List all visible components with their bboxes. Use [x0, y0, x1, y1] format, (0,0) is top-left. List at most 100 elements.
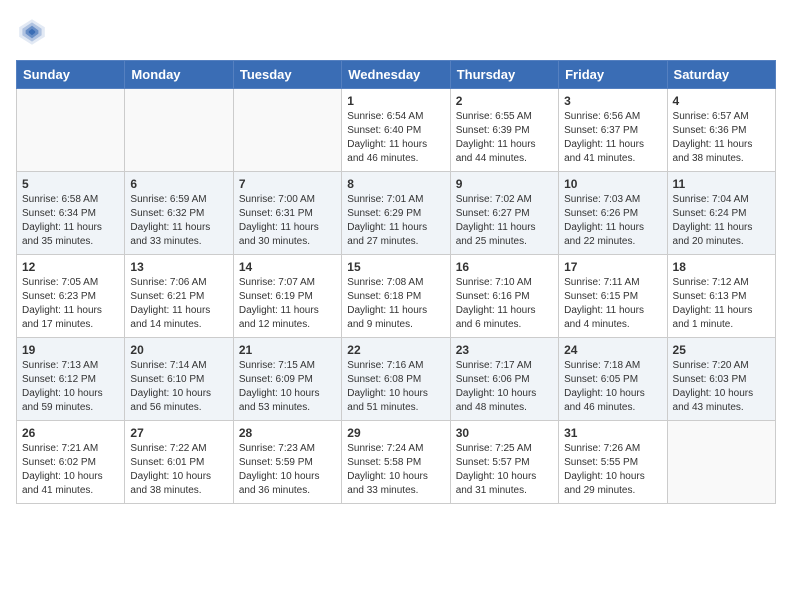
day-number: 22 — [347, 343, 444, 357]
column-header-wednesday: Wednesday — [342, 61, 450, 89]
day-number: 15 — [347, 260, 444, 274]
day-number: 27 — [130, 426, 227, 440]
calendar-cell: 17 Sunrise: 7:11 AMSunset: 6:15 PMDayligh… — [559, 255, 667, 338]
calendar-table: SundayMondayTuesdayWednesdayThursdayFrid… — [16, 60, 776, 504]
day-info: Sunrise: 7:25 AMSunset: 5:57 PMDaylight:… — [456, 442, 553, 498]
calendar-cell: 9 Sunrise: 7:02 AMSunset: 6:27 PMDaylight… — [450, 172, 558, 255]
calendar-cell: 5 Sunrise: 6:58 AMSunset: 6:34 PMDaylight… — [17, 172, 125, 255]
day-number: 7 — [239, 177, 336, 191]
calendar-cell: 26 Sunrise: 7:21 AMSunset: 6:02 PMDayligh… — [17, 421, 125, 504]
day-info: Sunrise: 6:58 AMSunset: 6:34 PMDaylight:… — [22, 193, 119, 249]
day-number: 25 — [673, 343, 770, 357]
column-header-monday: Monday — [125, 61, 233, 89]
calendar-cell: 22 Sunrise: 7:16 AMSunset: 6:08 PMDayligh… — [342, 338, 450, 421]
day-info: Sunrise: 7:22 AMSunset: 6:01 PMDaylight:… — [130, 442, 227, 498]
calendar-cell: 10 Sunrise: 7:03 AMSunset: 6:26 PMDayligh… — [559, 172, 667, 255]
day-info: Sunrise: 7:24 AMSunset: 5:58 PMDaylight:… — [347, 442, 444, 498]
day-number: 11 — [673, 177, 770, 191]
day-number: 3 — [564, 94, 661, 108]
calendar-cell: 4 Sunrise: 6:57 AMSunset: 6:36 PMDaylight… — [667, 89, 775, 172]
day-info: Sunrise: 7:00 AMSunset: 6:31 PMDaylight:… — [239, 193, 336, 249]
day-info: Sunrise: 7:16 AMSunset: 6:08 PMDaylight:… — [347, 359, 444, 415]
calendar-cell: 1Sunrise: 6:54 AMSunset: 6:40 PMDaylight… — [342, 89, 450, 172]
day-number: 26 — [22, 426, 119, 440]
logo-icon — [16, 16, 48, 48]
day-info: Sunrise: 6:57 AMSunset: 6:36 PMDaylight:… — [673, 110, 770, 166]
calendar-cell — [17, 89, 125, 172]
calendar-cell: 7 Sunrise: 7:00 AMSunset: 6:31 PMDaylight… — [233, 172, 341, 255]
calendar-cell: 29Sunrise: 7:24 AMSunset: 5:58 PMDayligh… — [342, 421, 450, 504]
calendar-week-row: 5 Sunrise: 6:58 AMSunset: 6:34 PMDaylight… — [17, 172, 776, 255]
calendar-cell: 15Sunrise: 7:08 AMSunset: 6:18 PMDayligh… — [342, 255, 450, 338]
page-header — [16, 16, 776, 48]
day-info: Sunrise: 6:56 AMSunset: 6:37 PMDaylight:… — [564, 110, 661, 166]
day-number: 14 — [239, 260, 336, 274]
day-info: Sunrise: 7:26 AMSunset: 5:55 PMDaylight:… — [564, 442, 661, 498]
day-info: Sunrise: 7:15 AMSunset: 6:09 PMDaylight:… — [239, 359, 336, 415]
day-number: 13 — [130, 260, 227, 274]
day-info: Sunrise: 7:11 AMSunset: 6:15 PMDaylight:… — [564, 276, 661, 332]
calendar-cell: 19Sunrise: 7:13 AMSunset: 6:12 PMDayligh… — [17, 338, 125, 421]
calendar-cell: 8 Sunrise: 7:01 AMSunset: 6:29 PMDaylight… — [342, 172, 450, 255]
day-number: 21 — [239, 343, 336, 357]
calendar-cell: 21 Sunrise: 7:15 AMSunset: 6:09 PMDayligh… — [233, 338, 341, 421]
calendar-cell — [667, 421, 775, 504]
calendar-cell: 23 Sunrise: 7:17 AMSunset: 6:06 PMDayligh… — [450, 338, 558, 421]
calendar-cell: 18Sunrise: 7:12 AMSunset: 6:13 PMDayligh… — [667, 255, 775, 338]
calendar-cell: 2 Sunrise: 6:55 AMSunset: 6:39 PMDaylight… — [450, 89, 558, 172]
day-info: Sunrise: 7:21 AMSunset: 6:02 PMDaylight:… — [22, 442, 119, 498]
day-number: 6 — [130, 177, 227, 191]
calendar-cell: 20Sunrise: 7:14 AMSunset: 6:10 PMDayligh… — [125, 338, 233, 421]
day-number: 30 — [456, 426, 553, 440]
column-header-saturday: Saturday — [667, 61, 775, 89]
day-number: 24 — [564, 343, 661, 357]
day-info: Sunrise: 7:06 AMSunset: 6:21 PMDaylight:… — [130, 276, 227, 332]
day-number: 20 — [130, 343, 227, 357]
day-number: 23 — [456, 343, 553, 357]
day-info: Sunrise: 7:20 AMSunset: 6:03 PMDaylight:… — [673, 359, 770, 415]
day-number: 17 — [564, 260, 661, 274]
day-number: 5 — [22, 177, 119, 191]
day-number: 28 — [239, 426, 336, 440]
day-number: 2 — [456, 94, 553, 108]
day-info: Sunrise: 7:05 AMSunset: 6:23 PMDaylight:… — [22, 276, 119, 332]
day-number: 1 — [347, 94, 444, 108]
calendar-week-row: 19Sunrise: 7:13 AMSunset: 6:12 PMDayligh… — [17, 338, 776, 421]
day-number: 9 — [456, 177, 553, 191]
day-info: Sunrise: 7:02 AMSunset: 6:27 PMDaylight:… — [456, 193, 553, 249]
calendar-cell: 14 Sunrise: 7:07 AMSunset: 6:19 PMDayligh… — [233, 255, 341, 338]
calendar-cell: 3 Sunrise: 6:56 AMSunset: 6:37 PMDaylight… — [559, 89, 667, 172]
day-info: Sunrise: 7:04 AMSunset: 6:24 PMDaylight:… — [673, 193, 770, 249]
calendar-cell: 30 Sunrise: 7:25 AMSunset: 5:57 PMDayligh… — [450, 421, 558, 504]
calendar-cell: 16 Sunrise: 7:10 AMSunset: 6:16 PMDayligh… — [450, 255, 558, 338]
day-number: 16 — [456, 260, 553, 274]
day-number: 8 — [347, 177, 444, 191]
day-info: Sunrise: 7:12 AMSunset: 6:13 PMDaylight:… — [673, 276, 770, 332]
column-header-tuesday: Tuesday — [233, 61, 341, 89]
day-info: Sunrise: 7:07 AMSunset: 6:19 PMDaylight:… — [239, 276, 336, 332]
calendar-cell — [233, 89, 341, 172]
day-info: Sunrise: 7:10 AMSunset: 6:16 PMDaylight:… — [456, 276, 553, 332]
calendar-week-row: 1Sunrise: 6:54 AMSunset: 6:40 PMDaylight… — [17, 89, 776, 172]
day-info: Sunrise: 7:01 AMSunset: 6:29 PMDaylight:… — [347, 193, 444, 249]
day-info: Sunrise: 6:55 AMSunset: 6:39 PMDaylight:… — [456, 110, 553, 166]
column-header-friday: Friday — [559, 61, 667, 89]
calendar-cell: 27 Sunrise: 7:22 AMSunset: 6:01 PMDayligh… — [125, 421, 233, 504]
day-number: 12 — [22, 260, 119, 274]
calendar-cell: 25 Sunrise: 7:20 AMSunset: 6:03 PMDayligh… — [667, 338, 775, 421]
day-info: Sunrise: 7:17 AMSunset: 6:06 PMDaylight:… — [456, 359, 553, 415]
column-header-thursday: Thursday — [450, 61, 558, 89]
day-number: 10 — [564, 177, 661, 191]
calendar-cell: 31Sunrise: 7:26 AMSunset: 5:55 PMDayligh… — [559, 421, 667, 504]
day-number: 4 — [673, 94, 770, 108]
calendar-cell: 6 Sunrise: 6:59 AMSunset: 6:32 PMDaylight… — [125, 172, 233, 255]
calendar-cell: 24 Sunrise: 7:18 AMSunset: 6:05 PMDayligh… — [559, 338, 667, 421]
day-info: Sunrise: 6:59 AMSunset: 6:32 PMDaylight:… — [130, 193, 227, 249]
day-info: Sunrise: 7:18 AMSunset: 6:05 PMDaylight:… — [564, 359, 661, 415]
day-info: Sunrise: 7:03 AMSunset: 6:26 PMDaylight:… — [564, 193, 661, 249]
day-info: Sunrise: 7:23 AMSunset: 5:59 PMDaylight:… — [239, 442, 336, 498]
calendar-cell: 11 Sunrise: 7:04 AMSunset: 6:24 PMDayligh… — [667, 172, 775, 255]
calendar-cell: 12 Sunrise: 7:05 AMSunset: 6:23 PMDayligh… — [17, 255, 125, 338]
day-number: 19 — [22, 343, 119, 357]
calendar-cell — [125, 89, 233, 172]
